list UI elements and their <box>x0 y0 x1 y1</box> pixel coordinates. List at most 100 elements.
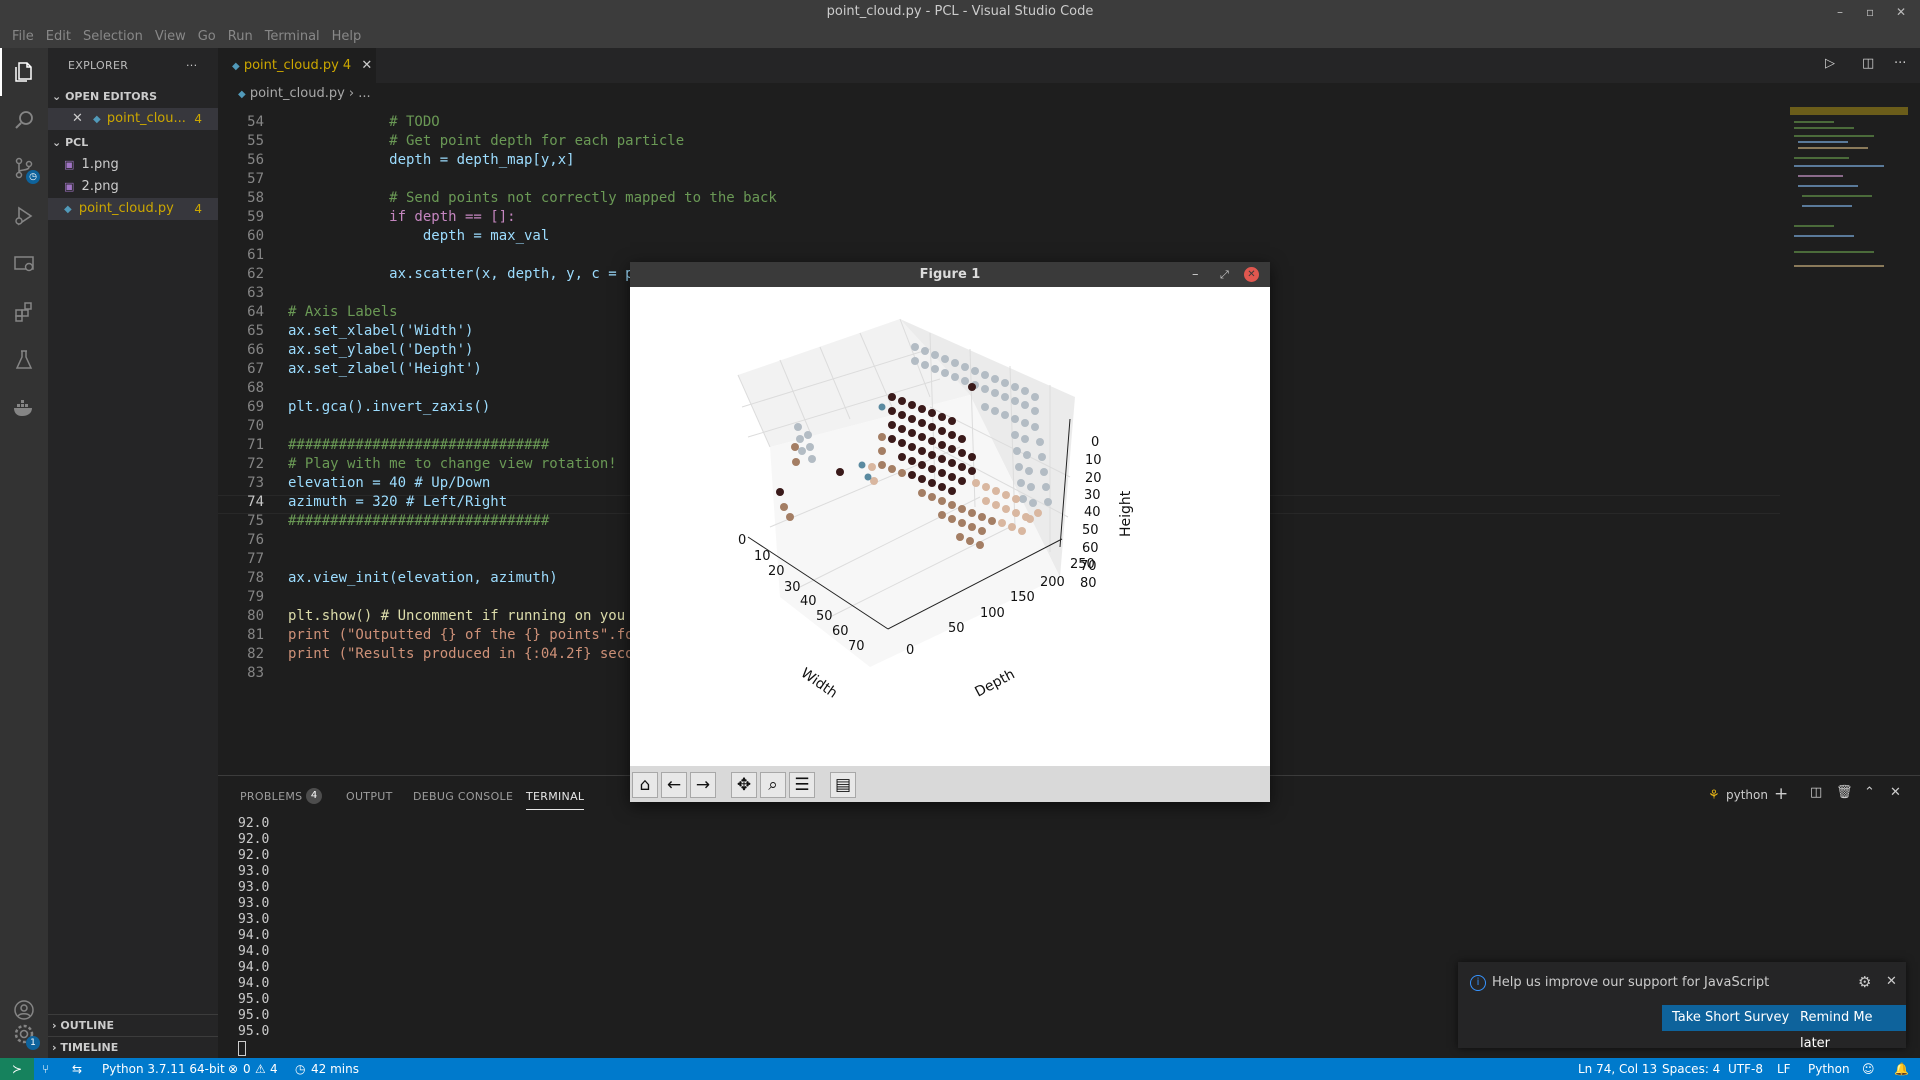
line-number: 63 <box>247 285 264 301</box>
live-share-icon[interactable]: ⇆ <box>72 1058 82 1080</box>
close-tab-icon[interactable]: ✕ <box>361 58 372 73</box>
outline-section[interactable]: › OUTLINE <box>48 1014 218 1036</box>
tab-debug-console[interactable]: DEBUG CONSOLE <box>413 790 513 803</box>
svg-text:200: 200 <box>1040 575 1065 590</box>
close-panel-icon[interactable]: ✕ <box>1890 785 1901 800</box>
remote-indicator-icon[interactable]: ≻ <box>0 1058 34 1080</box>
save-icon[interactable]: ▤ <box>830 772 856 798</box>
menu-help[interactable]: Help <box>326 29 368 44</box>
remote-explorer-icon[interactable] <box>0 240 48 288</box>
tab-terminal[interactable]: TERMINAL <box>526 790 585 810</box>
branch-icon[interactable]: ⑂ <box>42 1058 49 1080</box>
warning-icon[interactable]: ⚠ <box>255 1058 266 1080</box>
run-file-icon[interactable]: ▷ <box>1825 56 1835 71</box>
remind-later-button[interactable]: Remind Me later <box>1790 1005 1906 1051</box>
minimize-icon[interactable]: – <box>1837 0 1843 24</box>
code-line: ax.scatter(x, depth, y, c = p <box>288 266 634 282</box>
figure-titlebar[interactable]: Figure 1 – ⤢ ✕ <box>630 262 1270 287</box>
matplotlib-figure-window[interactable]: Figure 1 – ⤢ ✕ 0 10 20 30 40 50 60 70 0 … <box>630 262 1270 802</box>
code-line: # TODO <box>288 114 440 130</box>
file-item[interactable]: ▣ 1.png <box>48 154 218 176</box>
tab-output[interactable]: OUTPUT <box>346 790 393 803</box>
extensions-icon[interactable] <box>0 288 48 336</box>
python-interpreter[interactable]: Python 3.7.11 64-bit <box>102 1058 225 1080</box>
encoding[interactable]: UTF-8 <box>1728 1058 1763 1080</box>
docker-icon[interactable] <box>0 384 48 432</box>
menu-go[interactable]: Go <box>192 29 222 44</box>
window-title: point_cloud.py - PCL - Visual Studio Cod… <box>826 4 1094 19</box>
configure-icon[interactable]: ☰ <box>789 772 815 798</box>
notification-settings-gear-icon[interactable]: ⚙ <box>1858 973 1871 991</box>
maximize-icon[interactable]: ▫ <box>1866 0 1874 24</box>
more-actions-icon[interactable]: ··· <box>186 48 197 83</box>
back-arrow-icon[interactable]: ← <box>661 772 687 798</box>
search-icon[interactable] <box>0 96 48 144</box>
terminal-cursor[interactable] <box>238 1041 246 1056</box>
figure-minimize-icon[interactable]: – <box>1192 262 1199 287</box>
line-number: 66 <box>247 342 264 358</box>
svg-text:50: 50 <box>948 621 965 636</box>
menu-selection[interactable]: Selection <box>77 29 149 44</box>
figure-toolbar: ⌂ ← → ✥ ⌕ ☰ ▤ <box>630 766 1270 802</box>
language-mode[interactable]: Python <box>1808 1058 1850 1080</box>
cursor-position[interactable]: Ln 74, Col 13 <box>1578 1058 1657 1080</box>
menu-view[interactable]: View <box>149 29 192 44</box>
warning-count[interactable]: 4 <box>270 1058 278 1080</box>
run-debug-icon[interactable] <box>0 192 48 240</box>
svg-text:50: 50 <box>816 609 833 624</box>
title-bar: point_cloud.py - PCL - Visual Studio Cod… <box>0 0 1920 24</box>
terminal-line: 92.0 <box>238 816 270 831</box>
menu-file[interactable]: File <box>6 29 40 44</box>
menu-run[interactable]: Run <box>222 29 259 44</box>
line-number: 59 <box>247 209 264 225</box>
new-terminal-icon[interactable]: + <box>1774 784 1788 804</box>
project-folder[interactable]: ⌄ PCL <box>48 132 218 154</box>
open-editor-item[interactable]: ✕ ◆ point_clou... 4 <box>48 108 218 130</box>
source-control-icon[interactable]: ◷ <box>0 144 48 192</box>
pan-icon[interactable]: ✥ <box>731 772 757 798</box>
line-number: 79 <box>247 589 264 605</box>
line-endings[interactable]: LF <box>1777 1058 1791 1080</box>
forward-arrow-icon[interactable]: → <box>690 772 716 798</box>
file-item[interactable]: ▣ 2.png <box>48 176 218 198</box>
zoom-icon[interactable]: ⌕ <box>760 772 786 798</box>
terminal-shell-name[interactable]: python <box>1726 788 1768 802</box>
error-icon[interactable]: ⊗ <box>228 1058 238 1080</box>
chevron-right-icon: › <box>52 1041 57 1054</box>
line-number: 55 <box>247 133 264 149</box>
minimap[interactable] <box>1790 105 1910 275</box>
figure-close-icon[interactable]: ✕ <box>1244 267 1259 282</box>
notifications-bell-icon[interactable]: 🔔 <box>1894 1058 1909 1080</box>
maximize-panel-icon[interactable]: ⌃ <box>1864 785 1875 800</box>
error-count[interactable]: 0 <box>243 1058 251 1080</box>
figure-maximize-icon[interactable]: ⤢ <box>1220 262 1229 287</box>
timeline-section[interactable]: › TIMELINE <box>48 1036 218 1058</box>
svg-text:20: 20 <box>768 564 785 579</box>
svg-text:40: 40 <box>800 594 817 609</box>
notification-close-icon[interactable]: ✕ <box>1886 974 1897 989</box>
tab-problems[interactable]: PROBLEMS <box>240 790 302 803</box>
file-item-active[interactable]: ◆ point_cloud.py 4 <box>48 198 218 220</box>
indentation[interactable]: Spaces: 4 <box>1662 1058 1720 1080</box>
tab-point-cloud[interactable]: ◆ point_cloud.py 4 ✕ <box>218 48 376 83</box>
menu-edit[interactable]: Edit <box>40 29 77 44</box>
3d-scatter-plot[interactable]: 0 10 20 30 40 50 60 70 0 50 100 150 200 … <box>630 287 1270 766</box>
feedback-icon[interactable]: ☺ <box>1862 1058 1875 1080</box>
testing-flask-icon[interactable] <box>0 336 48 384</box>
explorer-icon[interactable] <box>0 48 48 96</box>
time-tracker[interactable]: 42 mins <box>311 1058 359 1080</box>
settings-gear-icon[interactable]: 1 <box>0 1010 48 1058</box>
kill-terminal-icon[interactable]: 🗑 <box>1836 785 1853 800</box>
open-editors-section[interactable]: ⌄ OPEN EDITORS <box>48 86 218 108</box>
home-icon[interactable]: ⌂ <box>632 772 658 798</box>
editor-more-icon[interactable]: ··· <box>1894 56 1906 71</box>
split-terminal-icon[interactable]: ◫ <box>1810 785 1822 800</box>
take-survey-button[interactable]: Take Short Survey <box>1662 1005 1800 1031</box>
close-editor-icon[interactable]: ✕ <box>72 111 83 126</box>
split-editor-icon[interactable]: ◫ <box>1862 56 1874 71</box>
menu-terminal[interactable]: Terminal <box>259 29 326 44</box>
line-number: 80 <box>247 608 264 624</box>
status-bar: ≻ ⑂ ⇆ Python 3.7.11 64-bit ⊗ 0 ⚠ 4 ◷ 42 … <box>0 1058 1920 1080</box>
close-icon[interactable]: ✕ <box>1896 0 1906 24</box>
line-number: 74 <box>247 494 264 510</box>
